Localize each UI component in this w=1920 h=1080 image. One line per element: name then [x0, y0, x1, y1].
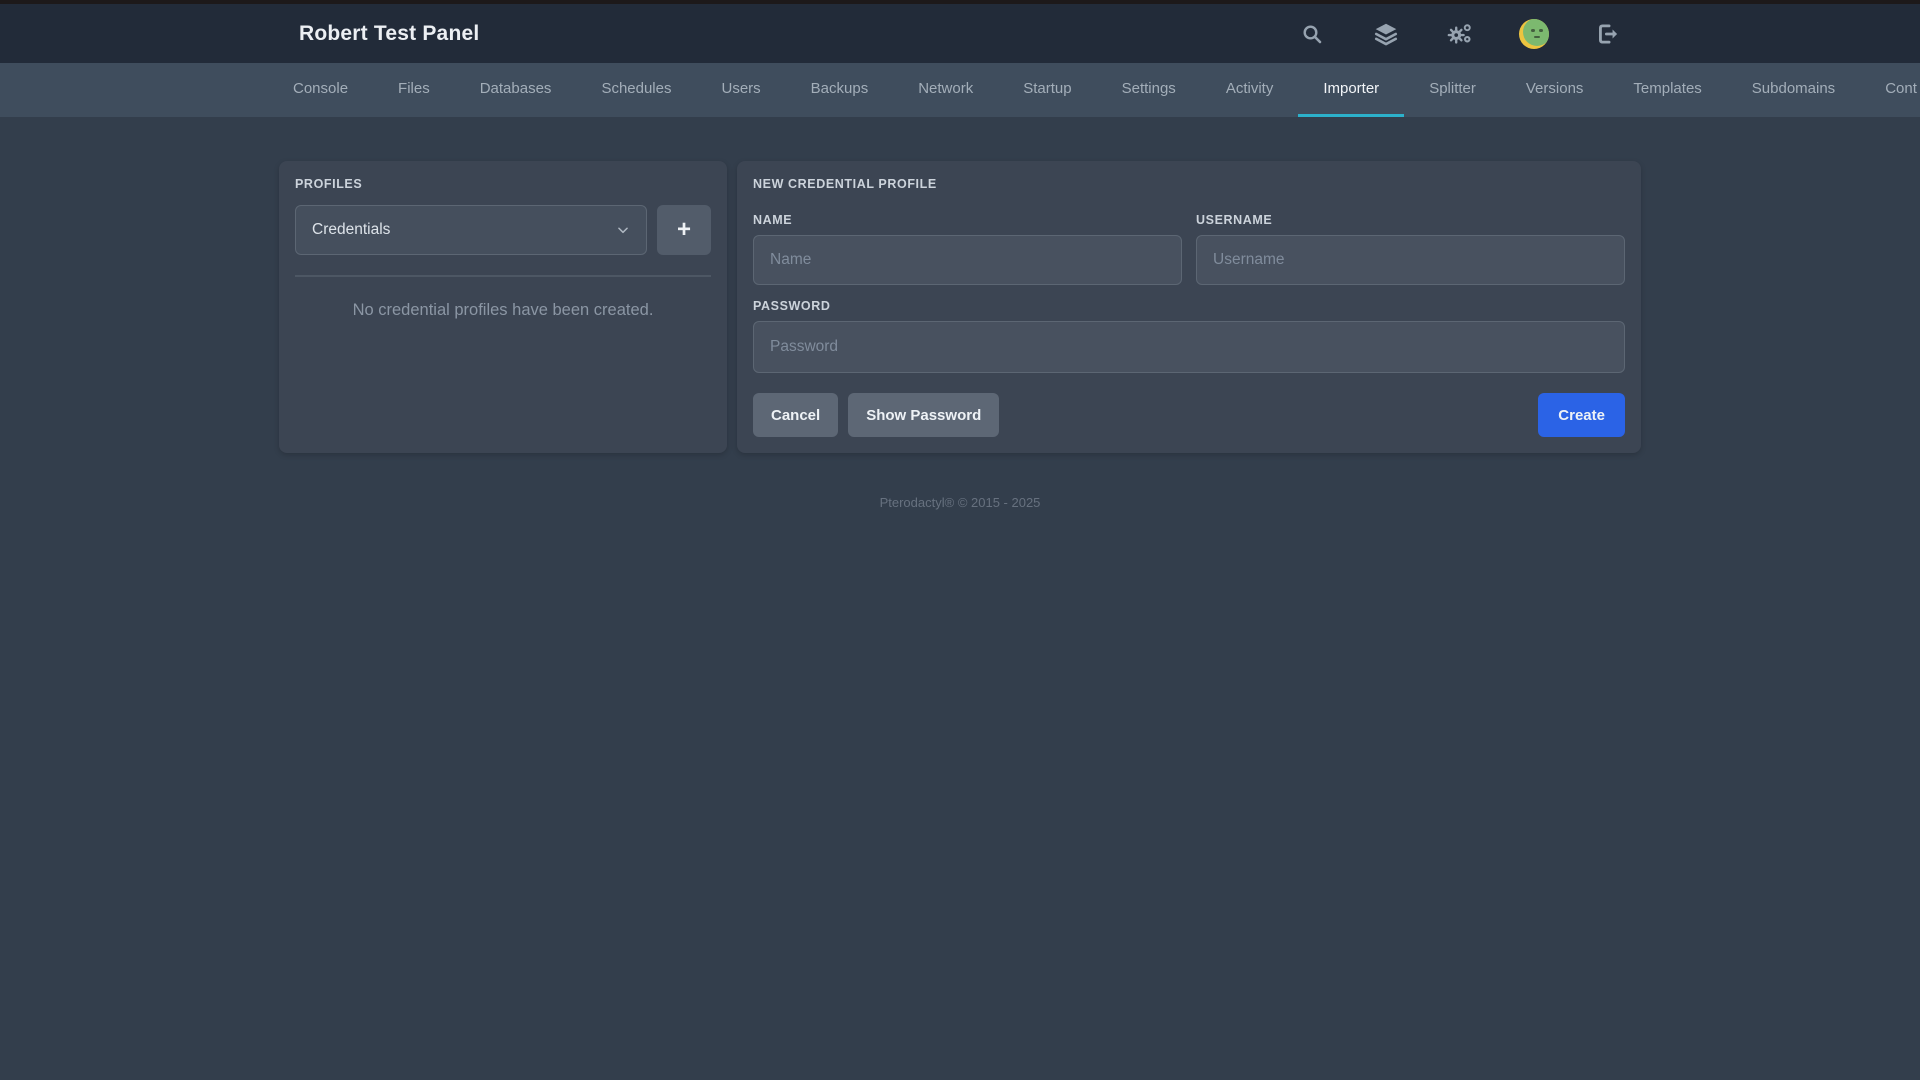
profiles-empty-message: No credential profiles have been created…: [295, 301, 711, 320]
tab-subdomains[interactable]: Subdomains: [1727, 63, 1860, 117]
sign-out-icon[interactable]: [1593, 19, 1623, 49]
avatar-eye: [1539, 29, 1543, 32]
username-field-group: USERNAME: [1196, 213, 1625, 285]
avatar-eye: [1531, 29, 1535, 32]
tab-users[interactable]: Users: [697, 63, 786, 117]
profiles-divider: [295, 275, 711, 277]
layers-icon[interactable]: [1371, 19, 1401, 49]
page-title: Robert Test Panel: [279, 22, 479, 46]
username-input[interactable]: [1196, 235, 1625, 285]
cogs-icon[interactable]: [1445, 19, 1475, 49]
avatar-mouth: [1534, 36, 1540, 38]
tab-files[interactable]: Files: [373, 63, 455, 117]
server-nav-tabs: Console Files Databases Schedules Users …: [0, 63, 1920, 117]
profiles-card-title: PROFILES: [295, 177, 711, 191]
new-credential-profile-card: NEW CREDENTIAL PROFILE NAME USERNAME PAS…: [737, 161, 1641, 453]
tab-settings[interactable]: Settings: [1097, 63, 1201, 117]
name-input[interactable]: [753, 235, 1182, 285]
tab-importer[interactable]: Importer: [1298, 63, 1404, 117]
user-avatar[interactable]: [1519, 19, 1549, 49]
tab-splitter[interactable]: Splitter: [1404, 63, 1501, 117]
profile-type-select[interactable]: Credentials: [295, 205, 647, 255]
header-icon-group: [1297, 19, 1641, 49]
header-bar: Robert Test Panel: [0, 4, 1920, 63]
password-label: PASSWORD: [753, 299, 1625, 313]
tab-console[interactable]: Console: [268, 63, 373, 117]
form-card-title: NEW CREDENTIAL PROFILE: [753, 177, 1625, 191]
tab-schedules[interactable]: Schedules: [576, 63, 696, 117]
tab-network[interactable]: Network: [893, 63, 998, 117]
add-profile-button[interactable]: +: [657, 205, 711, 255]
cancel-button[interactable]: Cancel: [753, 393, 838, 437]
tab-startup[interactable]: Startup: [998, 63, 1096, 117]
tab-templates[interactable]: Templates: [1608, 63, 1726, 117]
password-input[interactable]: [753, 321, 1625, 373]
tab-activity[interactable]: Activity: [1201, 63, 1299, 117]
tab-backups[interactable]: Backups: [786, 63, 894, 117]
show-password-button[interactable]: Show Password: [848, 393, 999, 437]
username-label: USERNAME: [1196, 213, 1625, 227]
importer-content: PROFILES Credentials + No credential pro…: [279, 161, 1641, 453]
profiles-card: PROFILES Credentials + No credential pro…: [279, 161, 727, 453]
copyright-footer: Pterodactyl® © 2015 - 2025: [0, 495, 1920, 510]
create-button[interactable]: Create: [1538, 393, 1625, 437]
password-field-group: PASSWORD: [753, 299, 1625, 373]
search-icon[interactable]: [1297, 19, 1327, 49]
tab-databases[interactable]: Databases: [455, 63, 577, 117]
name-field-group: NAME: [753, 213, 1182, 285]
chevron-down-icon: [616, 223, 630, 237]
avatar-face: [1523, 19, 1549, 46]
profile-type-select-value: Credentials: [312, 221, 390, 239]
name-label: NAME: [753, 213, 1182, 227]
tab-cut-off[interactable]: Cont: [1860, 63, 1920, 117]
tab-versions[interactable]: Versions: [1501, 63, 1609, 117]
